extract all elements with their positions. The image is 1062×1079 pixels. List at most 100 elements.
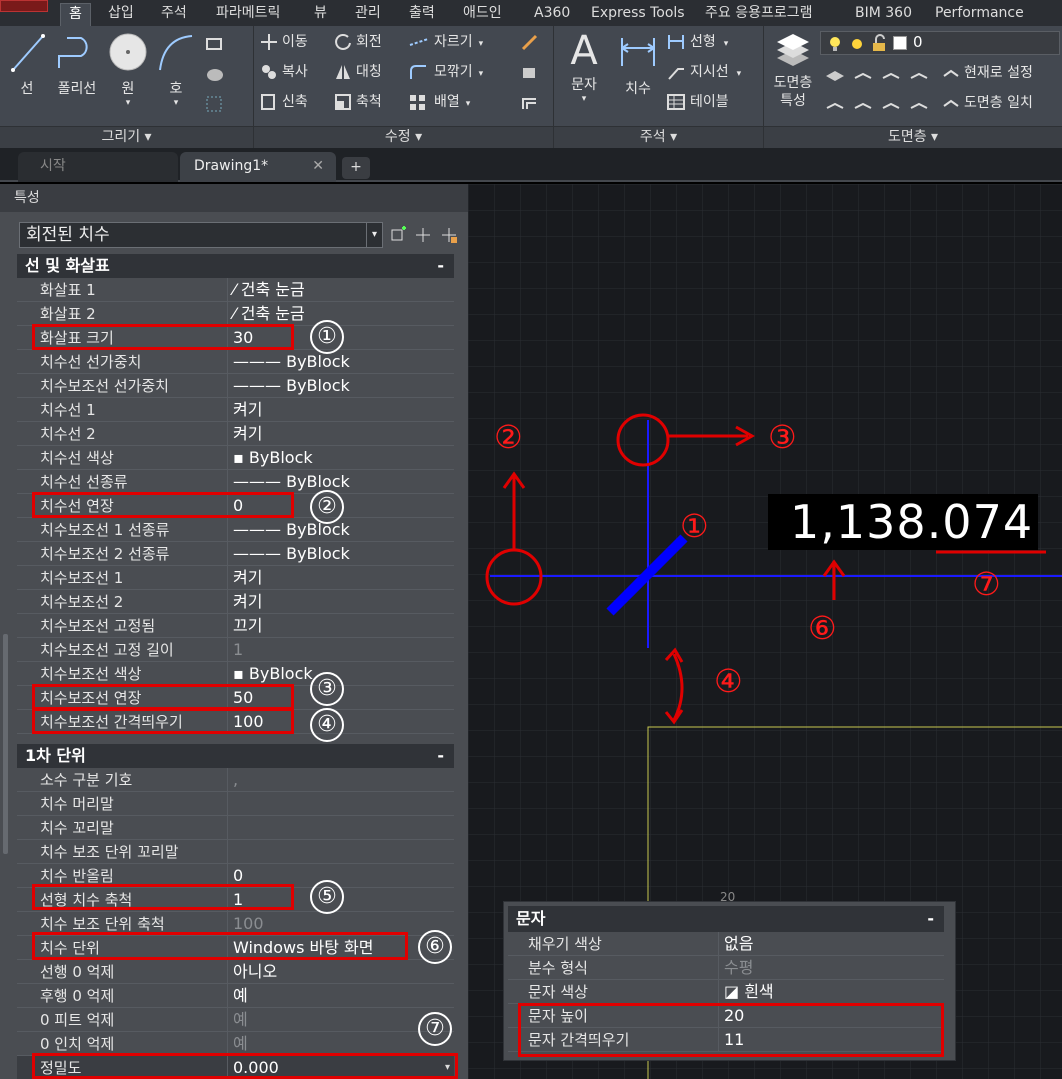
leader-dropdown-icon[interactable]: ▾ [737,69,742,79]
table-tool[interactable]: 테이블 [666,91,729,113]
property-value[interactable]: 50 [233,686,253,710]
draw-panel-title[interactable]: 그리기 ▾ [0,126,253,148]
move-tool[interactable]: 이동 [260,31,308,53]
layer-lock-icon[interactable] [908,64,930,84]
quick-select-icon[interactable] [440,226,458,244]
copy-tool[interactable]: 복사 [260,61,308,83]
fillet-dropdown-icon[interactable]: ▾ [479,69,484,79]
layer-properties-tool[interactable]: 도면층 특성 [768,30,818,110]
array-tool[interactable]: 배열 ▾ [408,91,470,113]
property-row[interactable]: 치수선 선가중치 ——— ByBlock [17,350,454,374]
property-row[interactable]: 치수보조선 간격띄우기 100 [17,710,454,734]
close-icon[interactable]: ✕ [312,152,324,180]
property-row[interactable]: 치수보조선 고정됨 끄기 [17,614,454,638]
explode-tool[interactable] [520,61,544,83]
property-row[interactable]: 소수 구분 기호, [17,768,454,792]
offset-tool[interactable] [520,91,544,113]
section-lines-arrows[interactable]: 선 및 화살표 - [17,254,454,278]
property-row[interactable]: 치수선 색상 ▪ ByBlock [17,446,454,470]
annotation-panel-title[interactable]: 주석 ▾ [554,126,763,148]
modify-panel-title[interactable]: 수정 ▾ [254,126,553,148]
tab-featured-apps[interactable]: 주요 응용프로그램 [705,3,813,26]
property-row[interactable]: 치수 단위 Windows 바탕 화면 [17,936,454,960]
property-value[interactable]: 20 [724,1004,744,1028]
layer-off-icon[interactable] [880,64,902,84]
property-row[interactable]: 0 인치 억제 예 [17,1032,454,1056]
layer-dropdown[interactable]: 0 [820,31,1060,55]
layer-walk-icon[interactable] [824,94,846,114]
property-value[interactable]: 예 [233,1032,248,1056]
property-value[interactable]: ▪ ByBlock [233,662,313,686]
leader-tool[interactable]: 지시선 ▾ [666,61,741,83]
tab-addins[interactable]: 애드인 [463,3,502,26]
property-value[interactable]: 0 [233,864,243,888]
object-type-select[interactable]: 회전된 치수 ▾ [19,222,383,248]
property-row[interactable]: 치수보조선 2 켜기 [17,590,454,614]
property-value[interactable]: 켜기 [233,566,262,590]
property-value[interactable]: 100 [233,710,264,734]
circle-dropdown-icon[interactable]: ▾ [106,98,150,108]
tab-drawing1[interactable]: Drawing1* ✕ [180,152,336,182]
match-layer-tool[interactable]: 도면층 일치 [942,92,1033,114]
hatch-icon[interactable] [204,64,226,84]
collapse-icon[interactable]: - [437,744,444,768]
property-row[interactable]: 후행 0 억제 예 [17,984,454,1008]
layer-isolate-icon[interactable] [824,64,846,84]
trim-dropdown-icon[interactable]: ▾ [479,39,484,49]
tab-annotate[interactable]: 주석 [161,3,187,26]
linear-dropdown-icon[interactable]: ▾ [724,39,729,49]
tab-express-tools[interactable]: Express Tools [591,3,685,26]
layer-thaw-icon[interactable] [880,94,902,114]
property-row[interactable]: 치수보조선 색상 ▪ ByBlock [17,662,454,686]
circle-tool[interactable]: 원 ▾ [106,30,150,108]
erase-tool[interactable] [520,31,544,53]
property-value[interactable]: Windows 바탕 화면 [233,936,373,960]
set-current-tool[interactable]: 현재로 설정 [942,62,1033,84]
array-dropdown-icon[interactable]: ▾ [466,99,471,109]
tab-output[interactable]: 출력 [409,3,435,26]
text-dropdown-icon[interactable]: ▾ [562,94,606,104]
property-value[interactable]: 1 [233,888,243,912]
property-row[interactable]: 화살표 2 ⁄ 건축 눈금 [17,302,454,326]
property-value[interactable]: 예 [233,984,248,1008]
property-value[interactable]: 예 [233,1008,248,1032]
text-property-row[interactable]: 채우기 색상 없음 [508,932,944,956]
arc-tool[interactable]: 호 ▾ [154,30,198,108]
property-row[interactable]: 치수보조선 고정 길이 1 [17,638,454,662]
layer-unlock-icon[interactable] [908,94,930,114]
property-row[interactable]: 치수 꼬리말 [17,816,454,840]
text-property-row[interactable]: 문자 간격띄우기 11 [508,1028,944,1052]
line-tool[interactable]: 선 [6,30,48,98]
property-value[interactable]: 100 [233,912,264,936]
property-row[interactable]: 치수보조선 1 켜기 [17,566,454,590]
text-property-row[interactable]: 문자 색상 ◪ 흰색 [508,980,944,1004]
property-row[interactable]: 치수선 선종류 ——— ByBlock [17,470,454,494]
application-menu-button[interactable] [0,0,48,12]
tab-home[interactable]: 홈 [60,3,91,26]
dimension-text[interactable]: 1,138.074 [768,494,1038,550]
properties-scrollbar[interactable] [3,634,8,854]
trim-tool[interactable]: 자르기 ▾ [408,31,483,53]
property-value[interactable]: 수평 [724,956,753,980]
property-value[interactable]: 30 [233,326,253,350]
arc-dropdown-icon[interactable]: ▾ [154,98,198,108]
layer-freeze-icon[interactable] [852,64,874,84]
property-row[interactable]: 치수 머리말 [17,792,454,816]
property-row[interactable]: 선행 0 억제 아니오 [17,960,454,984]
chevron-down-icon[interactable]: ▾ [445,1056,450,1079]
property-row[interactable]: 치수 보조 단위 꼬리말 [17,840,454,864]
dimension-tool[interactable]: 치수 [616,30,660,98]
property-value[interactable]: 0 [233,494,243,518]
fillet-tool[interactable]: 모깎기 ▾ [408,61,483,83]
polyline-tool[interactable]: 폴리선 [52,30,102,98]
tab-start[interactable]: 시작 [18,152,178,182]
property-row[interactable]: 정밀도 0.000 ▾ [17,1056,454,1079]
property-row[interactable]: 치수선 2 켜기 [17,422,454,446]
property-value[interactable]: 켜기 [233,398,262,422]
collapse-icon[interactable]: - [927,906,934,932]
property-row[interactable]: 치수선 1 켜기 [17,398,454,422]
property-row[interactable]: 선형 치수 축척 1 [17,888,454,912]
property-value[interactable]: 1 [233,638,243,662]
new-tab-button[interactable]: + [342,157,370,179]
tab-manage[interactable]: 관리 [355,3,381,26]
